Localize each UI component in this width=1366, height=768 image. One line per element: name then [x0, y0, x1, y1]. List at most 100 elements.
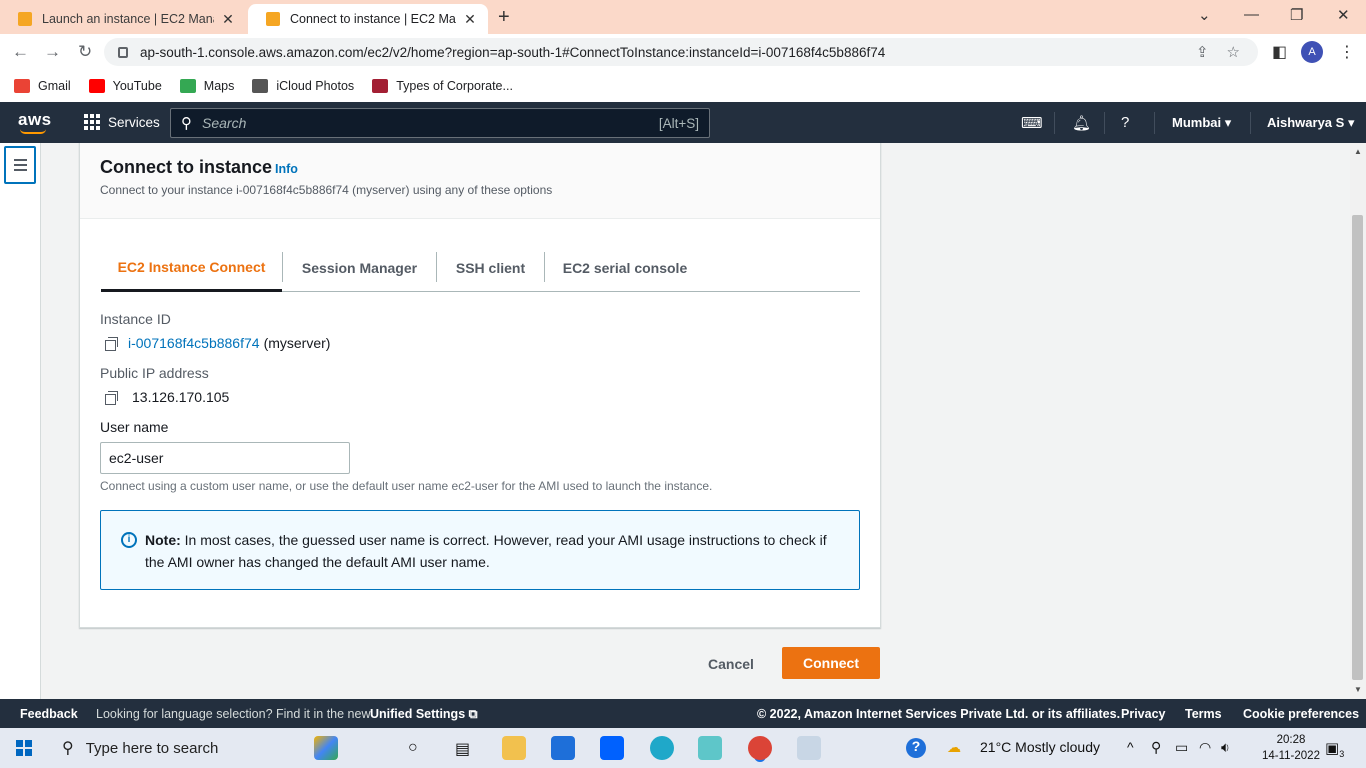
cancel-button[interactable]: Cancel [696, 648, 766, 680]
profile-avatar[interactable]: A [1301, 41, 1323, 63]
close-tab-icon[interactable]: ✕ [462, 11, 478, 28]
connect-button[interactable]: Connect [782, 647, 880, 679]
terms-link[interactable]: Terms [1185, 707, 1222, 721]
apple-icon [252, 79, 269, 93]
back-icon[interactable]: ← [12, 42, 29, 62]
chrome-icon[interactable] [748, 736, 772, 760]
file-explorer-icon[interactable] [502, 736, 526, 760]
bookmark-star-icon[interactable]: ☆ [1227, 43, 1240, 61]
info-link[interactable]: Info [275, 162, 298, 176]
usb-icon[interactable]: ⚲ [1151, 739, 1161, 756]
minimize-icon[interactable]: — [1244, 6, 1259, 23]
search-shortcut: [Alt+S] [658, 115, 699, 131]
url-text[interactable]: ap-south-1.console.aws.amazon.com/ec2/v2… [140, 45, 1196, 60]
restore-icon[interactable]: ❐ [1290, 6, 1303, 24]
weather-cloud-icon[interactable]: ☁ [947, 739, 961, 756]
bookmark-types-of-corporate[interactable]: Types of Corporate... [372, 79, 513, 93]
instance-id-value: i-007168f4c5b886f74 (myserver) [105, 335, 330, 351]
bookmark-gmail[interactable]: Gmail [14, 79, 71, 93]
tab-ssh-client[interactable]: SSH client [437, 244, 544, 291]
bookmark-maps[interactable]: Maps [179, 79, 234, 93]
services-menu-button[interactable]: Services [84, 114, 160, 130]
forward-icon[interactable]: → [44, 42, 61, 62]
new-tab-icon[interactable]: + [498, 6, 510, 29]
tab-ec2-instance-connect[interactable]: EC2 Instance Connect [101, 244, 282, 292]
divider [1104, 112, 1105, 134]
dropbox-icon[interactable] [600, 736, 624, 760]
tab-ec2-serial-console[interactable]: EC2 serial console [545, 244, 705, 291]
privacy-link[interactable]: Privacy [1121, 707, 1165, 721]
wifi-icon[interactable]: ◠ [1199, 739, 1211, 756]
edge-icon[interactable] [650, 736, 674, 760]
task-view-icon[interactable]: ▤ [455, 739, 470, 759]
browser-tab-launch-instance[interactable]: Launch an instance | EC2 Manage ✕ [0, 4, 246, 34]
windows-start-icon[interactable] [16, 740, 32, 756]
tab-session-manager[interactable]: Session Manager [283, 244, 436, 291]
bookmarks-bar: Gmail YouTube Maps iCloud Photos Types o… [0, 70, 1366, 102]
microsoft-store-icon[interactable] [551, 736, 575, 760]
copy-icon[interactable] [105, 336, 118, 351]
feedback-link[interactable]: Feedback [20, 707, 78, 721]
copyright-text: © 2022, Amazon Internet Services Private… [757, 707, 1121, 721]
paint-icon[interactable] [797, 736, 821, 760]
cloudshell-icon[interactable]: ⌨ [1021, 114, 1043, 132]
notification-center-icon[interactable]: ▣3 [1325, 739, 1344, 759]
browser-tab-connect-instance[interactable]: Connect to instance | EC2 Manag ✕ [248, 4, 488, 34]
account-menu[interactable]: Aishwarya S ▾ [1267, 115, 1354, 131]
unified-settings-link[interactable]: Unified Settings ⧉ [370, 707, 478, 722]
username-input[interactable] [100, 442, 350, 474]
volume-icon[interactable]: 🔉︎ [1221, 739, 1230, 756]
tab-title: Launch an instance | EC2 Manage [42, 12, 214, 26]
weather-text[interactable]: 21°C Mostly cloudy [980, 739, 1100, 755]
side-navigation-rail [0, 143, 41, 699]
copy-icon[interactable] [105, 390, 118, 405]
bookmark-icloud-photos[interactable]: iCloud Photos [252, 79, 354, 93]
taskbar-search[interactable]: ⚲ Type here to search [48, 728, 310, 768]
search-placeholder: Search [202, 115, 247, 131]
cookie-preferences-link[interactable]: Cookie preferences [1243, 707, 1359, 721]
divider [1054, 112, 1055, 134]
external-link-icon: ⧉ [468, 707, 478, 721]
address-bar[interactable]: ap-south-1.console.aws.amazon.com/ec2/v2… [104, 38, 1258, 66]
scroll-down-icon[interactable]: ▼ [1354, 685, 1362, 694]
search-highlights-icon[interactable] [314, 736, 338, 760]
language-prompt: Looking for language selection? Find it … [96, 707, 371, 721]
help-icon[interactable]: ? [906, 738, 926, 758]
side-panel-icon[interactable]: ◧ [1272, 42, 1287, 62]
scroll-up-icon[interactable]: ▲ [1354, 147, 1362, 156]
scrollbar-thumb[interactable] [1352, 215, 1363, 680]
instance-id-link[interactable]: i-007168f4c5b886f74 [128, 335, 260, 351]
infinity-app-icon[interactable] [698, 736, 722, 760]
page-scrollbar[interactable]: ▲ ▼ [1350, 143, 1366, 699]
help-icon[interactable]: ? [1121, 114, 1129, 131]
tab-title: Connect to instance | EC2 Manag [290, 12, 456, 26]
system-clock[interactable]: 20:28 14-11-2022 [1262, 732, 1320, 764]
show-hidden-icons-chevron-icon[interactable]: ^ [1127, 739, 1134, 755]
tab-search-chevron-icon[interactable]: ⌄ [1198, 6, 1211, 24]
panel-description: Connect to your instance i-007168f4c5b88… [100, 183, 553, 197]
username-help-text: Connect using a custom user name, or use… [100, 479, 713, 493]
info-alert: i Note: In most cases, the guessed user … [100, 510, 860, 590]
menu-kebab-icon[interactable]: ⋮ [1339, 42, 1355, 62]
alert-label: Note: [145, 532, 181, 548]
aws-logo[interactable]: aws [18, 110, 52, 134]
alert-body: In most cases, the guessed user name is … [145, 532, 827, 570]
public-ip-text: 13.126.170.105 [132, 389, 230, 405]
battery-icon[interactable]: ▭ [1175, 739, 1188, 756]
region-selector[interactable]: Mumbai ▾ [1172, 115, 1231, 131]
divider [1250, 112, 1251, 134]
cortana-icon[interactable]: ○ [408, 739, 418, 757]
bookmark-youtube[interactable]: YouTube [88, 79, 162, 93]
maps-icon [179, 79, 196, 93]
aws-cube-icon [266, 12, 280, 26]
notifications-bell-icon[interactable]: 🔔︎ [1072, 114, 1091, 132]
grid-icon [84, 114, 100, 130]
lock-icon[interactable] [118, 46, 128, 58]
reload-icon[interactable]: ↻ [78, 42, 92, 62]
close-window-icon[interactable]: ✕ [1337, 6, 1350, 24]
close-tab-icon[interactable]: ✕ [220, 11, 236, 28]
share-icon[interactable]: ⇪ [1196, 43, 1209, 61]
alert-text: Note: In most cases, the guessed user na… [145, 529, 845, 573]
hamburger-menu-icon[interactable] [4, 146, 36, 184]
aws-search-input[interactable]: ⚲ Search [Alt+S] [170, 108, 710, 138]
